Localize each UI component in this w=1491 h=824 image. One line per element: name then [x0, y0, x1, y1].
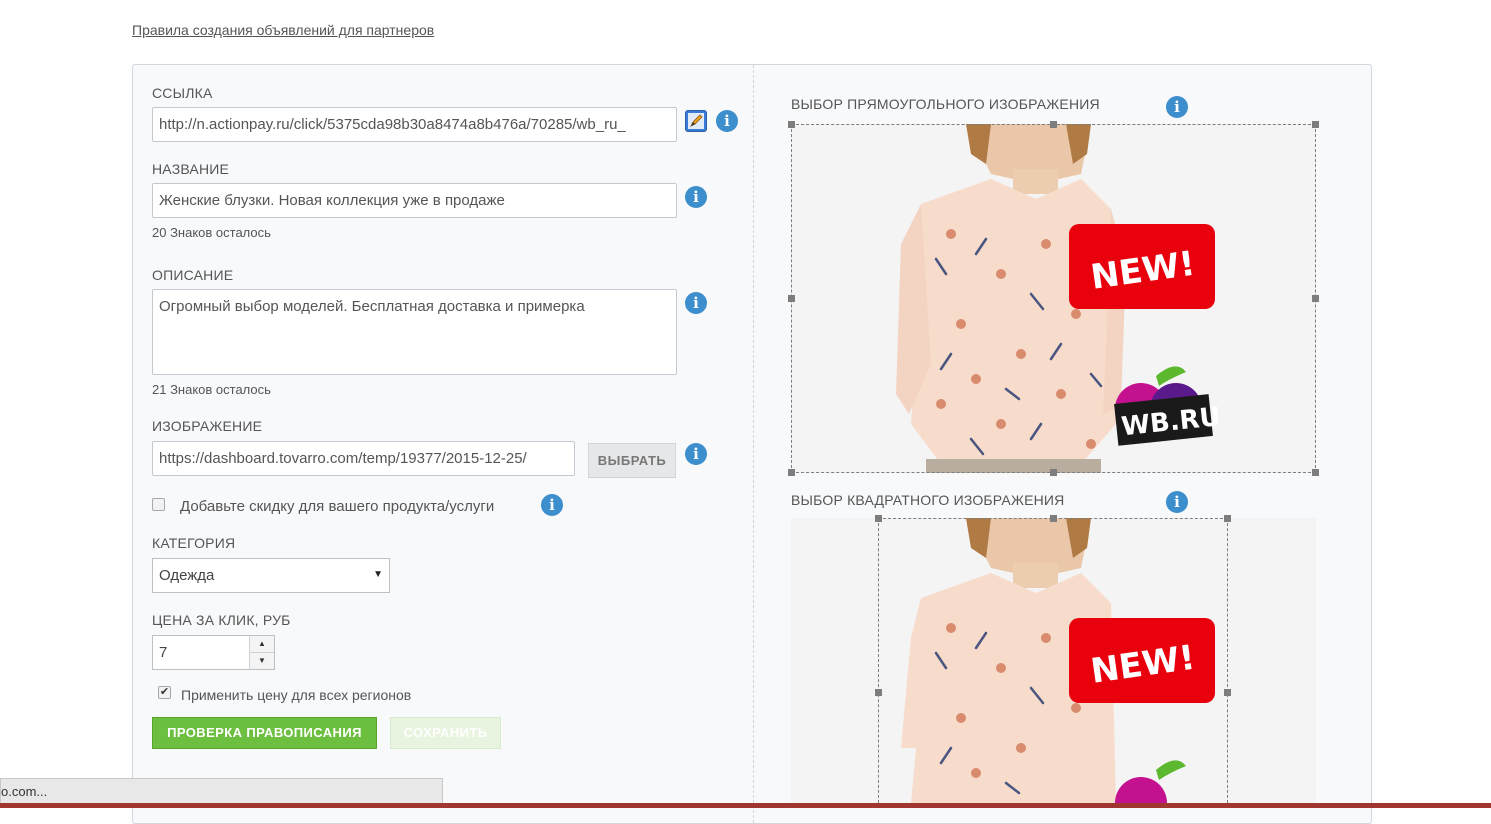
- square-crop-frame[interactable]: [878, 518, 1228, 808]
- square-crop-label: ВЫБОР КВАДРАТНОГО ИЗОБРАЖЕНИЯ: [791, 492, 1065, 508]
- crop-handle-e[interactable]: [1312, 295, 1319, 302]
- price-label: ЦЕНА ЗА КЛИК, РУБ: [152, 612, 291, 628]
- link-input[interactable]: http://n.actionpay.ru/click/5375cda98b30…: [152, 107, 677, 142]
- image-info-icon[interactable]: i: [685, 443, 707, 465]
- image-label: ИЗОБРАЖЕНИЕ: [152, 418, 263, 434]
- sq-handle-w[interactable]: [875, 689, 882, 696]
- crop-handle-w[interactable]: [788, 295, 795, 302]
- description-info-icon[interactable]: i: [685, 292, 707, 314]
- crop-handle-n[interactable]: [1050, 121, 1057, 128]
- all-regions-checkbox-label: Применить цену для всех регионов: [181, 687, 412, 703]
- save-button[interactable]: СОХРАНИТЬ: [390, 717, 501, 749]
- panel-divider: [753, 65, 754, 823]
- spellcheck-button[interactable]: ПРОВЕРКА ПРАВОПИСАНИЯ: [152, 717, 377, 749]
- title-label: НАЗВАНИЕ: [152, 161, 230, 177]
- select-arrow-icon: ▼: [373, 569, 383, 580]
- link-info-icon[interactable]: i: [716, 110, 738, 132]
- square-crop-info-icon[interactable]: i: [1166, 491, 1188, 513]
- category-select[interactable]: Одежда ▼: [152, 558, 390, 593]
- sq-handle-e[interactable]: [1224, 689, 1231, 696]
- rect-crop-frame[interactable]: [791, 124, 1316, 473]
- status-url: o.com...: [1, 784, 48, 799]
- title-input[interactable]: Женские блузки. Новая коллекция уже в пр…: [152, 183, 677, 218]
- partner-rules-link[interactable]: Правила создания объявлений для партнеро…: [132, 22, 434, 38]
- all-regions-checkbox[interactable]: ✔: [158, 686, 171, 699]
- price-spin-buttons: ▲ ▼: [249, 636, 274, 669]
- description-counter: 21 Знаков осталось: [152, 382, 271, 397]
- crop-handle-se[interactable]: [1312, 469, 1319, 476]
- title-counter: 20 Знаков осталось: [152, 225, 271, 240]
- browser-status-bar: o.com...: [0, 778, 443, 804]
- discount-checkbox[interactable]: [152, 498, 165, 511]
- crop-handle-sw[interactable]: [788, 469, 795, 476]
- taskbar-strip: [0, 803, 1491, 808]
- price-value: 7: [159, 644, 168, 661]
- image-url-input[interactable]: https://dashboard.tovarro.com/temp/19377…: [152, 441, 575, 476]
- discount-checkbox-label: Добавьте скидку для вашего продукта/услу…: [180, 498, 495, 515]
- sq-handle-n[interactable]: [1050, 515, 1057, 522]
- spin-up-icon[interactable]: ▲: [250, 636, 274, 653]
- link-label: ССЫЛКА: [152, 85, 213, 101]
- pencil-glyph: [688, 113, 704, 129]
- crop-handle-s[interactable]: [1050, 469, 1057, 476]
- sq-handle-nw[interactable]: [875, 515, 882, 522]
- price-stepper[interactable]: 7 ▲ ▼: [152, 635, 275, 670]
- rect-crop-label: ВЫБОР ПРЯМОУГОЛЬНОГО ИЗОБРАЖЕНИЯ: [791, 96, 1100, 112]
- sq-handle-ne[interactable]: [1224, 515, 1231, 522]
- crop-handle-ne[interactable]: [1312, 121, 1319, 128]
- rect-crop-info-icon[interactable]: i: [1166, 96, 1188, 118]
- spin-down-icon[interactable]: ▼: [250, 653, 274, 669]
- choose-image-button[interactable]: ВЫБРАТЬ: [588, 443, 676, 478]
- description-textarea[interactable]: Огромный выбор моделей. Бесплатная доста…: [152, 289, 677, 375]
- discount-info-icon[interactable]: i: [541, 494, 563, 516]
- category-selected-value: Одежда: [159, 567, 215, 584]
- crop-handle-nw[interactable]: [788, 121, 795, 128]
- description-label: ОПИСАНИЕ: [152, 267, 234, 283]
- checkmark-icon: ✔: [159, 686, 170, 698]
- category-label: КАТЕГОРИЯ: [152, 535, 236, 551]
- pencil-icon[interactable]: [685, 110, 707, 132]
- title-info-icon[interactable]: i: [685, 186, 707, 208]
